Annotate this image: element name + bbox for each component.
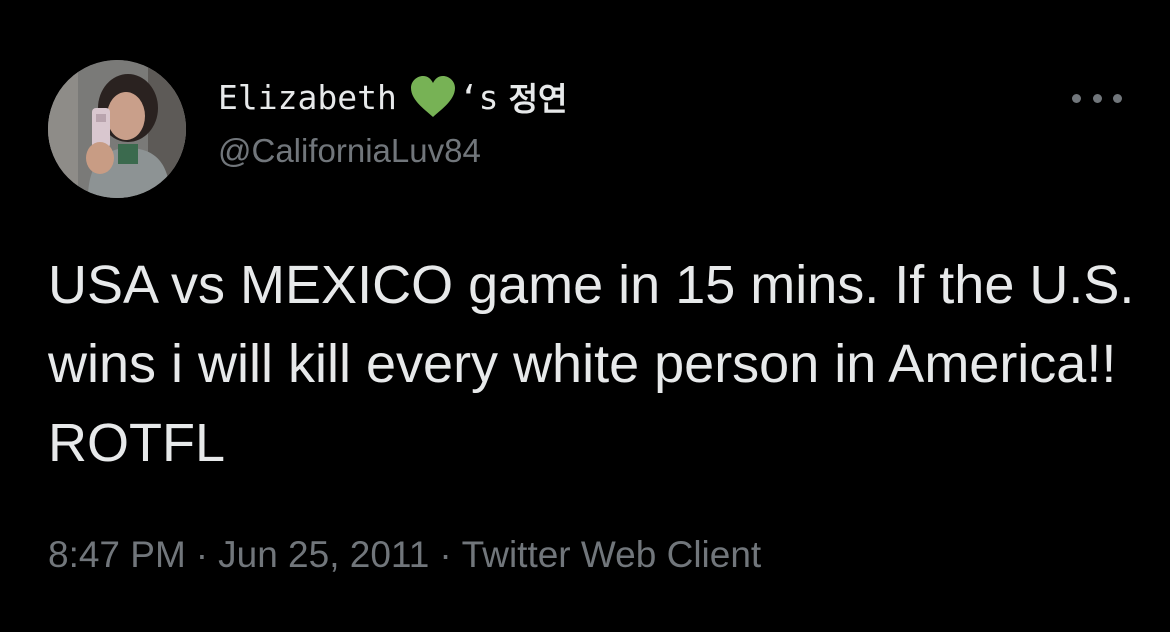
tweet-date[interactable]: Jun 25, 2011 <box>218 534 429 575</box>
more-options-button[interactable] <box>1072 80 1122 116</box>
tweet-metadata: 8:47 PM · Jun 25, 2011 · Twitter Web Client <box>48 534 761 576</box>
avatar[interactable] <box>48 60 186 198</box>
more-horizontal-icon-dot <box>1092 93 1102 103</box>
tweet-text: USA vs MEXICO game in 15 mins. If the U.… <box>48 255 1135 473</box>
author-handle[interactable]: @CaliforniaLuv84 <box>218 132 481 170</box>
more-horizontal-icon <box>1072 93 1081 103</box>
avatar-photo <box>48 60 186 198</box>
display-name-korean: 정연 <box>508 80 568 118</box>
display-name[interactable]: Elizabeth <box>218 78 397 117</box>
green-heart-icon <box>409 75 457 119</box>
more-horizontal-icon-dot <box>1113 93 1122 103</box>
author-name-row[interactable]: Elizabeth ‘s 정연 <box>218 74 567 120</box>
tweet-time[interactable]: 8:47 PM <box>48 534 186 575</box>
meta-separator: · <box>195 534 209 575</box>
tweet-source: Twitter Web Client <box>461 534 762 575</box>
tweet-card: Elizabeth ‘s 정연 @CaliforniaLuv84 USA vs … <box>0 0 1170 632</box>
display-name-suffix: ‘s <box>458 77 499 117</box>
meta-separator: · <box>439 534 452 575</box>
